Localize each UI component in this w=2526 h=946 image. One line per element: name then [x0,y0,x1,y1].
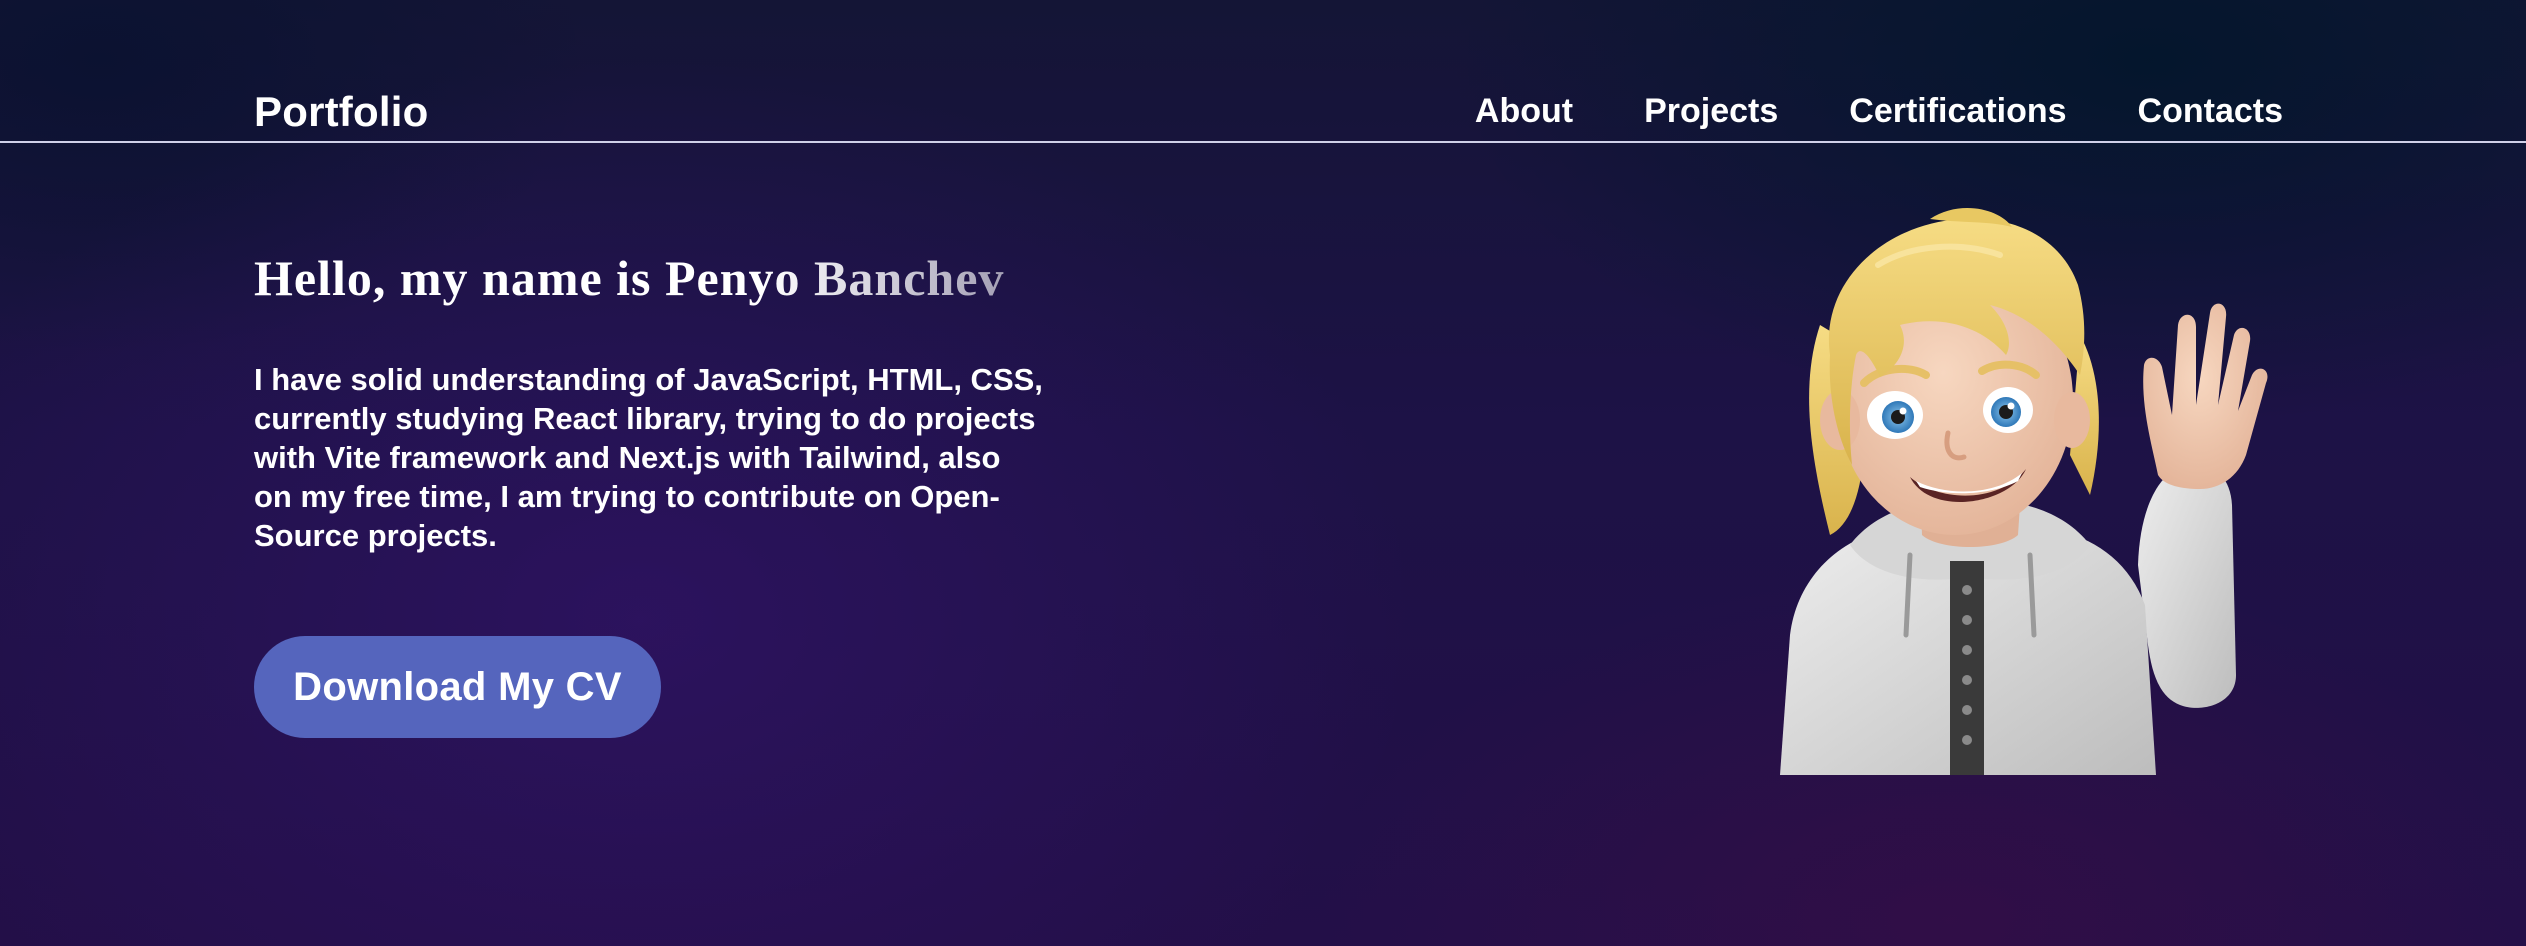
nav-link-projects[interactable]: Projects [1644,92,1778,131]
waving-avatar-icon [1780,207,2268,775]
brand-logo[interactable]: Portfolio [254,88,428,136]
nav-link-contacts[interactable]: Contacts [2138,92,2283,131]
navbar: Portfolio About Projects Certifications … [0,0,2526,143]
nav-links: About Projects Certifications Contacts [1475,92,2283,131]
nav-link-certifications[interactable]: Certifications [1849,92,2066,131]
nav-link-about[interactable]: About [1475,92,1573,131]
hero-title: Hello, my name is Penyo Banchev [254,250,1005,306]
hero-description: I have solid understanding of JavaScript… [254,362,1043,553]
download-cv-button[interactable]: Download My CV [254,636,661,738]
